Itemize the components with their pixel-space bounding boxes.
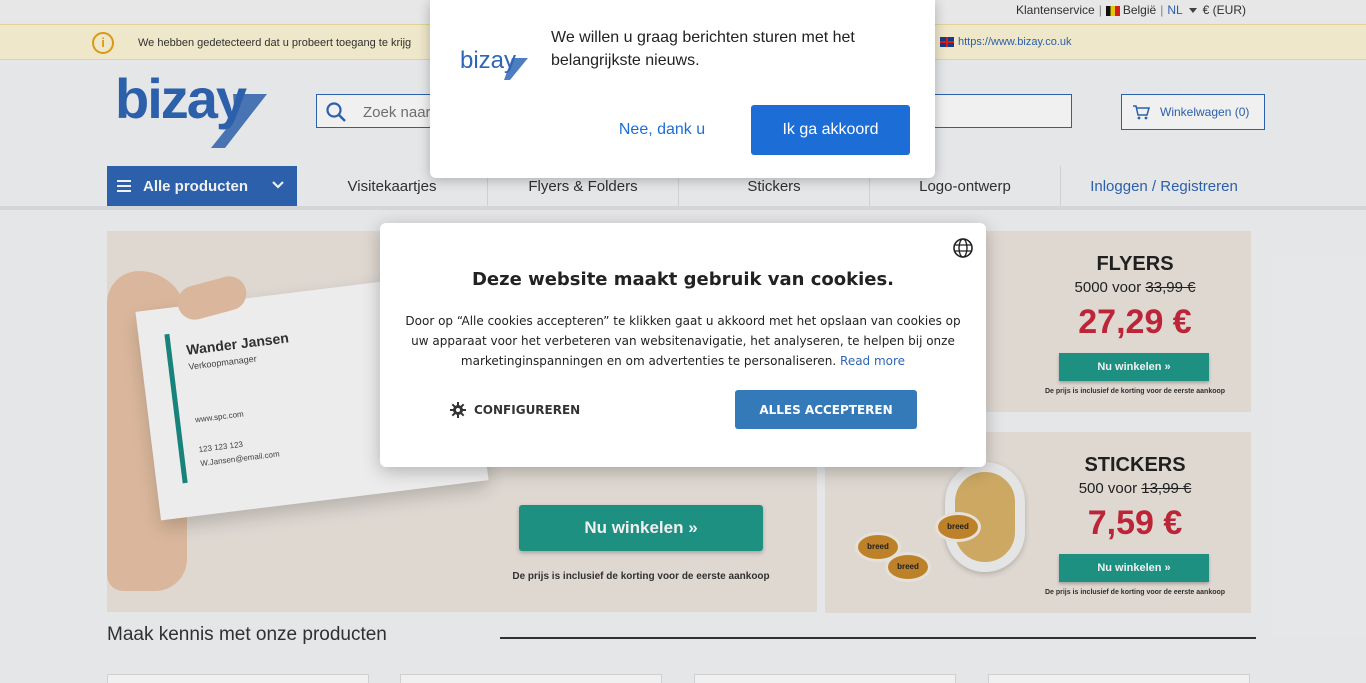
configure-label: CONFIGUREREN	[474, 403, 581, 417]
push-message: We willen u graag berichten sturen met h…	[551, 29, 855, 69]
read-more-link[interactable]: Read more	[840, 354, 905, 368]
gear-icon	[450, 402, 466, 418]
cookie-title: Deze website maakt gebruik van cookies.	[471, 269, 894, 290]
configure-button[interactable]: CONFIGUREREN	[450, 399, 580, 421]
accept-all-cookies-button[interactable]: ALLES ACCEPTEREN	[735, 390, 917, 429]
cookie-consent-dialog: Deze website maakt gebruik van cookies. …	[380, 223, 986, 467]
globe-icon[interactable]	[952, 237, 974, 259]
push-accept-button[interactable]: Ik ga akkoord	[751, 105, 910, 155]
bizay-logo-icon: bizay	[460, 47, 528, 80]
cookie-body: Door op “Alle cookies accepteren” te kli…	[398, 311, 968, 371]
push-notification-prompt: bizay We willen u graag berichten sturen…	[430, 0, 935, 178]
push-logo-text: bizay	[460, 47, 516, 74]
push-decline-button[interactable]: Nee, dank u	[600, 105, 724, 155]
